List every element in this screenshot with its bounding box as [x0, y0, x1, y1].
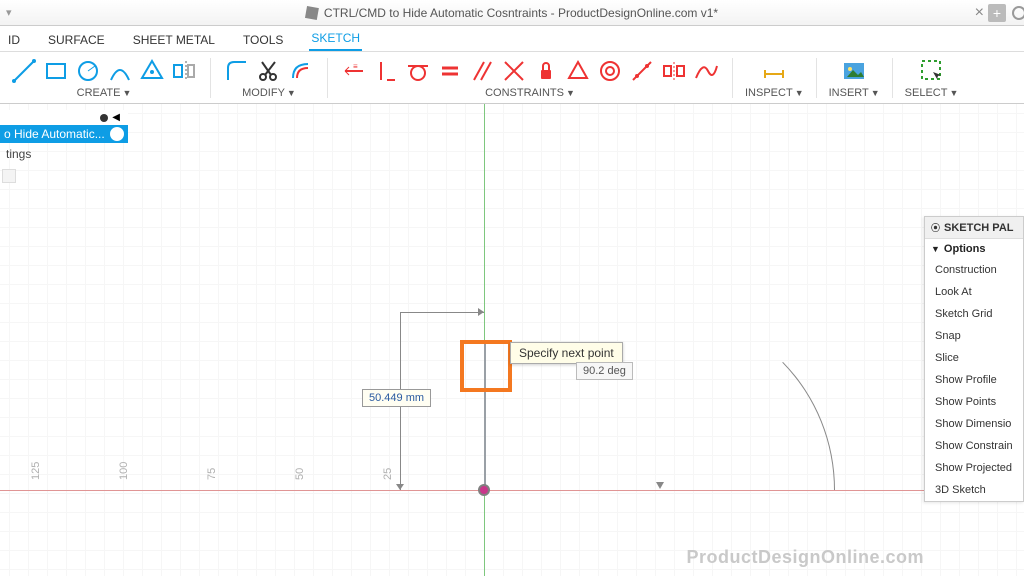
tab-solid[interactable]: ID: [6, 29, 22, 51]
trim-tool-icon[interactable]: [255, 57, 283, 85]
select-tool-icon[interactable]: [918, 57, 946, 85]
symmetry-constraint-icon[interactable]: [660, 57, 688, 85]
dimension-extension: [400, 312, 484, 313]
browser-item-active[interactable]: o Hide Automatic...: [0, 125, 128, 143]
title-bar: ▾ CTRL/CMD to Hide Automatic Cosntraints…: [0, 0, 1024, 26]
sketch-palette: ⦿SKETCH PAL ▼Options Construction Look A…: [924, 216, 1024, 502]
browser-item-label: o Hide Automatic...: [4, 127, 105, 141]
arrow-head-icon: [656, 482, 664, 489]
undo-dropdown-icon[interactable]: ▾: [6, 6, 12, 19]
palette-sketch-grid[interactable]: Sketch Grid: [925, 303, 1023, 325]
collinear-constraint-icon[interactable]: [628, 57, 656, 85]
toolbar-group-inspect: INSPECT▼: [743, 54, 806, 101]
app-icon: [305, 6, 319, 20]
tab-surface[interactable]: SURFACE: [46, 29, 107, 51]
arrow-head-icon: [396, 484, 404, 490]
fillet-tool-icon[interactable]: [223, 57, 251, 85]
palette-snap[interactable]: Snap: [925, 325, 1023, 347]
toolbar-group-modify: MODIFY▼: [221, 54, 317, 101]
perpendicular-constraint-icon[interactable]: [500, 57, 528, 85]
palette-3d-sketch[interactable]: 3D Sketch: [925, 479, 1023, 501]
svg-text:≡: ≡: [353, 62, 358, 71]
offset-tool-icon[interactable]: [287, 57, 315, 85]
visibility-toggle-icon[interactable]: [110, 127, 124, 141]
parallel-constraint-icon[interactable]: [468, 57, 496, 85]
palette-look-at[interactable]: Look At: [925, 281, 1023, 303]
palette-section-options[interactable]: ▼Options: [925, 239, 1023, 259]
toolbar-group-select: SELECT▼: [903, 54, 961, 101]
angle-value-box[interactable]: 90.2 deg: [576, 362, 633, 380]
profile-icon[interactable]: [1012, 6, 1024, 20]
measure-tool-icon[interactable]: [760, 57, 788, 85]
x-axis: [0, 490, 1024, 491]
browser-toggle[interactable]: ◀: [0, 110, 128, 125]
browser-collapse-icon[interactable]: [2, 169, 16, 183]
tab-sheet-metal[interactable]: SHEET METAL: [131, 29, 217, 51]
ruler-value: 75: [206, 468, 218, 480]
inspect-dropdown[interactable]: INSPECT▼: [745, 87, 804, 99]
tab-sketch[interactable]: SKETCH: [309, 27, 362, 51]
insert-dropdown[interactable]: INSERT▼: [829, 87, 880, 99]
arc-tool-icon[interactable]: [106, 57, 134, 85]
document-title: CTRL/CMD to Hide Automatic Cosntraints -…: [306, 6, 718, 20]
sketch-canvas[interactable]: 125 100 75 50 25 50.449 mm Specify next …: [0, 104, 1024, 576]
select-dropdown[interactable]: SELECT▼: [905, 87, 959, 99]
palette-show-dimensions[interactable]: Show Dimensio: [925, 413, 1023, 435]
palette-show-points[interactable]: Show Points: [925, 391, 1023, 413]
browser-settings[interactable]: tings: [0, 143, 128, 165]
mirror-tool-icon[interactable]: [170, 57, 198, 85]
toolbar-group-constraints: ≡ CONSTRAINTS▼: [338, 54, 722, 101]
curvature-constraint-icon[interactable]: [692, 57, 720, 85]
palette-show-projected[interactable]: Show Projected: [925, 457, 1023, 479]
title-text: CTRL/CMD to Hide Automatic Cosntraints -…: [324, 6, 718, 20]
tooltip: Specify next point: [510, 342, 623, 364]
palette-title[interactable]: ⦿SKETCH PAL: [925, 217, 1023, 239]
origin-point: [478, 484, 490, 496]
insert-image-icon[interactable]: [840, 57, 868, 85]
modify-dropdown[interactable]: MODIFY▼: [242, 87, 296, 99]
line-tool-icon[interactable]: [10, 57, 38, 85]
cursor-indicator: [460, 340, 512, 392]
tangent-constraint-icon[interactable]: [404, 57, 432, 85]
toolbar: CREATE▼ MODIFY▼ ≡ CONSTRAINTS▼: [0, 52, 1024, 104]
create-dropdown[interactable]: CREATE▼: [77, 87, 132, 99]
arrow-head-icon: [478, 308, 484, 316]
toolbar-group-insert: INSERT▼: [827, 54, 882, 101]
new-tab-button[interactable]: +: [988, 4, 1006, 22]
horizontal-constraint-icon[interactable]: ≡: [340, 57, 368, 85]
watermark: ProductDesignOnline.com: [686, 547, 924, 568]
workspace-tabs: ID SURFACE SHEET METAL TOOLS SKETCH: [0, 26, 1024, 52]
palette-slice[interactable]: Slice: [925, 347, 1023, 369]
browser-panel: ◀ o Hide Automatic... tings: [0, 110, 128, 183]
ruler-value: 100: [118, 462, 130, 480]
dimension-value-box[interactable]: 50.449 mm: [362, 389, 431, 407]
polygon-tool-icon[interactable]: [138, 57, 166, 85]
ruler-value: 50: [294, 468, 306, 480]
tab-tools[interactable]: TOOLS: [241, 29, 285, 51]
palette-show-constraints[interactable]: Show Constrain: [925, 435, 1023, 457]
palette-show-profile[interactable]: Show Profile: [925, 369, 1023, 391]
circle-tool-icon[interactable]: [74, 57, 102, 85]
ruler-value: 125: [30, 462, 42, 480]
midpoint-constraint-icon[interactable]: [564, 57, 592, 85]
ruler-value: 25: [382, 468, 394, 480]
grid: [0, 104, 1024, 576]
constraints-dropdown[interactable]: CONSTRAINTS▼: [485, 87, 575, 99]
vertical-constraint-icon[interactable]: [372, 57, 400, 85]
rectangle-tool-icon[interactable]: [42, 57, 70, 85]
toolbar-group-create: CREATE▼: [8, 54, 200, 101]
palette-construction[interactable]: Construction: [925, 259, 1023, 281]
concentric-constraint-icon[interactable]: [596, 57, 624, 85]
close-tab-icon[interactable]: ×: [975, 4, 984, 22]
fix-constraint-icon[interactable]: [532, 57, 560, 85]
equal-constraint-icon[interactable]: [436, 57, 464, 85]
